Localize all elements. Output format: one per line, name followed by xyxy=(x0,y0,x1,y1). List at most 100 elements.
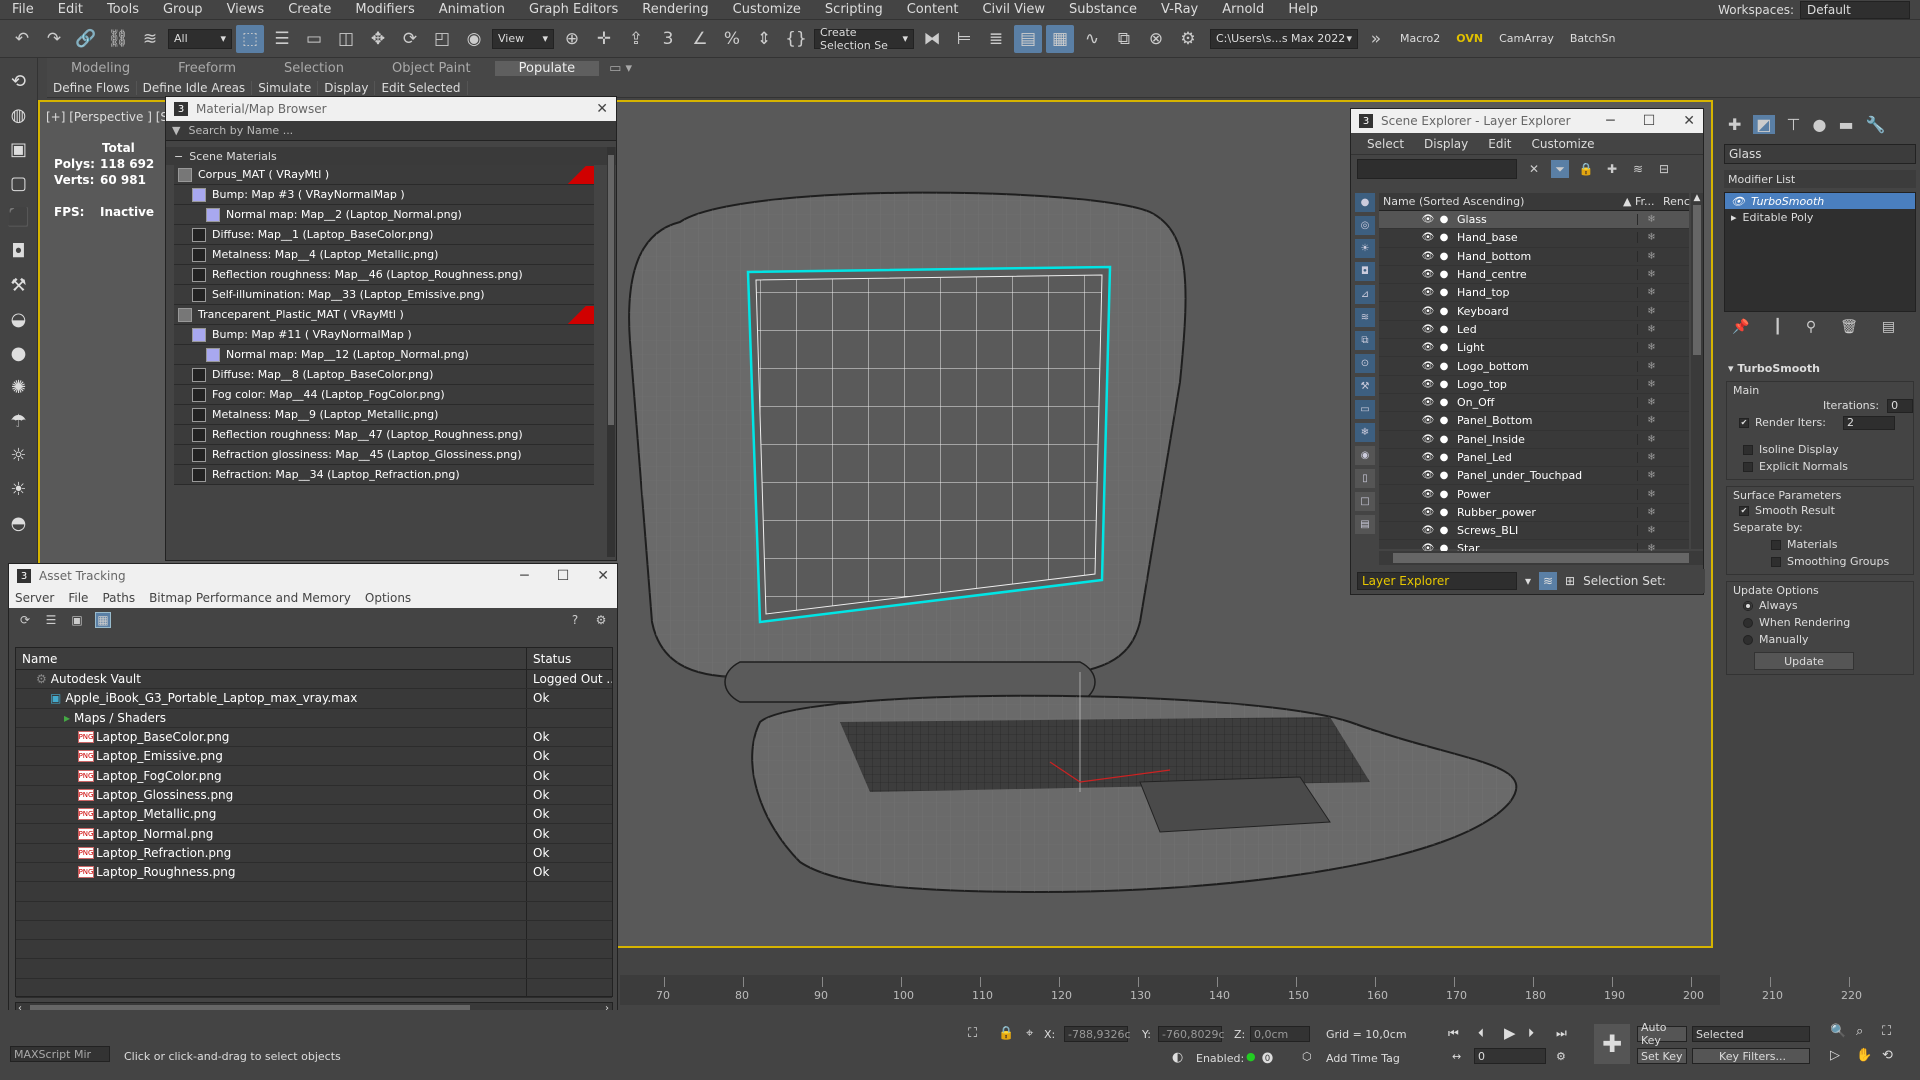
menu-file[interactable]: File xyxy=(0,2,46,17)
asset-menu-paths[interactable]: Paths xyxy=(102,591,135,605)
menu-edit[interactable]: Edit xyxy=(46,2,95,17)
map-item[interactable]: Reflection roughness: Map__47 (Laptop_Ro… xyxy=(174,425,594,445)
selection-filter-dropdown[interactable]: All ▾ xyxy=(168,28,232,49)
mirror-icon[interactable]: ⧓ xyxy=(918,25,946,53)
render-dot-icon[interactable]: ● xyxy=(1437,287,1451,298)
render-dot-icon[interactable]: ● xyxy=(1437,232,1451,243)
select-by-name-icon[interactable]: ☰ xyxy=(268,25,296,53)
render-dot-icon[interactable]: ● xyxy=(1437,379,1451,390)
remove-modifier-icon[interactable]: 🗑 xyxy=(1840,319,1858,335)
menu-animation[interactable]: Animation xyxy=(427,2,517,17)
none-filter-icon[interactable]: □ xyxy=(1355,492,1375,511)
maxscript-listener[interactable]: MAXScript Mir xyxy=(10,1046,110,1062)
cube-icon[interactable]: ⬛ xyxy=(5,204,33,230)
bone-filter-icon[interactable]: ⚒ xyxy=(1355,377,1375,396)
ribbon-tab-modeling[interactable]: Modeling xyxy=(47,61,154,76)
iterations-spinner[interactable]: 0 xyxy=(1887,398,1913,413)
schematic-view-icon[interactable]: ⧉ xyxy=(1110,25,1138,53)
scene-object-item[interactable]: 👁 ● Light ❄ xyxy=(1379,339,1689,358)
map-item[interactable]: Self-illumination: Map__33 (Laptop_Emiss… xyxy=(174,285,594,305)
play-icon[interactable]: ▶ xyxy=(1504,1024,1516,1042)
atom-icon[interactable]: ✺ xyxy=(5,374,33,400)
menu-substance[interactable]: Substance xyxy=(1057,2,1149,17)
pivot-center-icon[interactable]: ⊕ xyxy=(558,25,586,53)
maximize-icon[interactable]: ☐ xyxy=(557,568,570,584)
camarray-button[interactable]: CamArray xyxy=(1493,32,1560,45)
named-selection-dropdown[interactable]: Create Selection Se ▾ xyxy=(814,26,914,52)
menu-v-ray[interactable]: V-Ray xyxy=(1149,2,1210,17)
ribbon-tab-object-paint[interactable]: Object Paint xyxy=(368,61,495,76)
stack-item-editable-poly[interactable]: ▸ Editable Poly xyxy=(1725,209,1915,225)
menu-graph-editors[interactable]: Graph Editors xyxy=(517,2,630,17)
rect-selection-icon[interactable]: ▭ xyxy=(300,25,328,53)
map-item[interactable]: Refraction glossiness: Map__45 (Laptop_G… xyxy=(174,445,594,465)
map-item[interactable]: Refraction: Map__34 (Laptop_Refraction.p… xyxy=(174,465,594,485)
render-dot-icon[interactable]: ● xyxy=(1437,434,1451,445)
timeline-ruler[interactable]: 70 80 90 100 110 120 130 140 150 160 170 180 190 200 2… xyxy=(620,975,1862,1005)
render-dot-icon[interactable]: ● xyxy=(1437,214,1451,225)
scene-object-item[interactable]: 👁 ● Panel_Bottom ❄ xyxy=(1379,412,1689,431)
zoom-all-icon[interactable]: ⌕ xyxy=(1856,1024,1863,1039)
key-set-dropdown[interactable]: Selected xyxy=(1692,1026,1810,1042)
scene-object-item[interactable]: 👁 ● Hand_centre ❄ xyxy=(1379,266,1689,285)
map-item[interactable]: Normal map: Map__12 (Laptop_Normal.png) xyxy=(174,345,594,365)
filter-icon[interactable]: ⏷ xyxy=(1551,160,1569,178)
minus-icon[interactable]: − xyxy=(174,150,183,163)
menu-content[interactable]: Content xyxy=(895,2,971,17)
eye-icon[interactable]: 👁 xyxy=(1419,489,1437,500)
xref-filter-icon[interactable]: ⊙ xyxy=(1355,354,1375,373)
render-dot-icon[interactable]: ● xyxy=(1437,361,1451,372)
chevron-right-icon[interactable]: ▸ xyxy=(1731,211,1737,224)
table-row[interactable]: PNG Laptop_Glossiness.png Ok xyxy=(16,785,612,806)
y-coordinate-field[interactable]: -760,8029c xyxy=(1158,1026,1225,1042)
motion-tab-icon[interactable]: ● xyxy=(1812,115,1826,134)
scene-object-item[interactable]: 👁 ● Screws_BLI ❄ xyxy=(1379,522,1689,541)
hierarchy-icon[interactable]: ⊟ xyxy=(1655,160,1673,178)
lock-icon[interactable]: 🔒 xyxy=(1577,160,1595,178)
pin-stack-icon[interactable]: 📌 xyxy=(1732,319,1749,335)
utilities-tab-icon[interactable]: 🔧 xyxy=(1866,115,1886,134)
all-filter-icon[interactable]: ▯ xyxy=(1355,469,1375,488)
frozen-filter-icon[interactable]: ❄ xyxy=(1355,423,1375,442)
sphere-icon[interactable]: ● xyxy=(5,340,33,366)
freeze-icon[interactable]: ❄ xyxy=(1637,525,1665,537)
enabled-dot-icon[interactable]: ● xyxy=(1246,1050,1256,1063)
material-search[interactable]: ▼ Search by Name ... xyxy=(166,121,616,141)
absolute-mode-icon[interactable]: ⌖ xyxy=(1026,1026,1033,1041)
reference-coord-dropdown[interactable]: View ▾ xyxy=(492,28,554,49)
material-search-input[interactable]: Search by Name ... xyxy=(188,124,293,137)
eye-icon[interactable]: 👁 xyxy=(1419,507,1437,518)
freeze-icon[interactable]: ❄ xyxy=(1637,415,1665,427)
eye-icon[interactable]: 👁 xyxy=(1419,397,1437,408)
table-row[interactable]: PNG Laptop_Roughness.png Ok xyxy=(16,862,612,883)
key-mode-icon[interactable]: ↔ xyxy=(1452,1050,1461,1063)
hidden-filter-icon[interactable]: ◉ xyxy=(1355,446,1375,465)
render-dot-icon[interactable]: ● xyxy=(1437,415,1451,426)
select-move-icon[interactable]: ✥ xyxy=(364,25,392,53)
scene-vscroll[interactable]: ▲ xyxy=(1691,193,1703,549)
render-dot-icon[interactable]: ● xyxy=(1437,507,1451,518)
render-iters-checkbox[interactable]: ✔ xyxy=(1739,417,1749,428)
update-button[interactable]: Update xyxy=(1754,652,1854,670)
freeze-icon[interactable]: ❄ xyxy=(1637,323,1665,335)
configure-sets-icon[interactable]: ▤ xyxy=(1882,319,1895,335)
table-row[interactable]: PNG Laptop_Metallic.png Ok xyxy=(16,805,612,825)
scene-hscroll[interactable] xyxy=(1379,551,1703,565)
eye-icon[interactable]: 👁 xyxy=(1419,361,1437,372)
film-icon[interactable]: ▣ xyxy=(5,136,33,162)
menu-help[interactable]: Help xyxy=(1276,2,1330,17)
scroll-thumb[interactable] xyxy=(1693,205,1701,355)
scene-explorer-icon[interactable]: ▤ xyxy=(1014,24,1042,53)
map-item[interactable]: Fog color: Map__44 (Laptop_FogColor.png) xyxy=(174,385,594,405)
hat-icon[interactable]: ◒ xyxy=(5,306,33,332)
map-item[interactable]: Bump: Map #11 ( VRayNormalMap ) xyxy=(174,325,594,345)
render-dot-icon[interactable]: ● xyxy=(1437,342,1451,353)
modifier-list-dropdown[interactable]: Modifier List xyxy=(1724,170,1916,188)
ribbon-sub-display[interactable]: Display xyxy=(318,81,376,95)
select-object-icon[interactable]: ⬚ xyxy=(236,24,264,53)
scene-object-item[interactable]: 👁 ● Panel_Led ❄ xyxy=(1379,449,1689,468)
scene-object-item[interactable]: 👁 ● Glass ❄ xyxy=(1379,211,1689,230)
eye-icon[interactable]: 👁 xyxy=(1419,251,1437,262)
layers-icon[interactable]: ≋ xyxy=(1629,160,1647,178)
edit-named-selection-icon[interactable]: {} xyxy=(782,25,810,53)
